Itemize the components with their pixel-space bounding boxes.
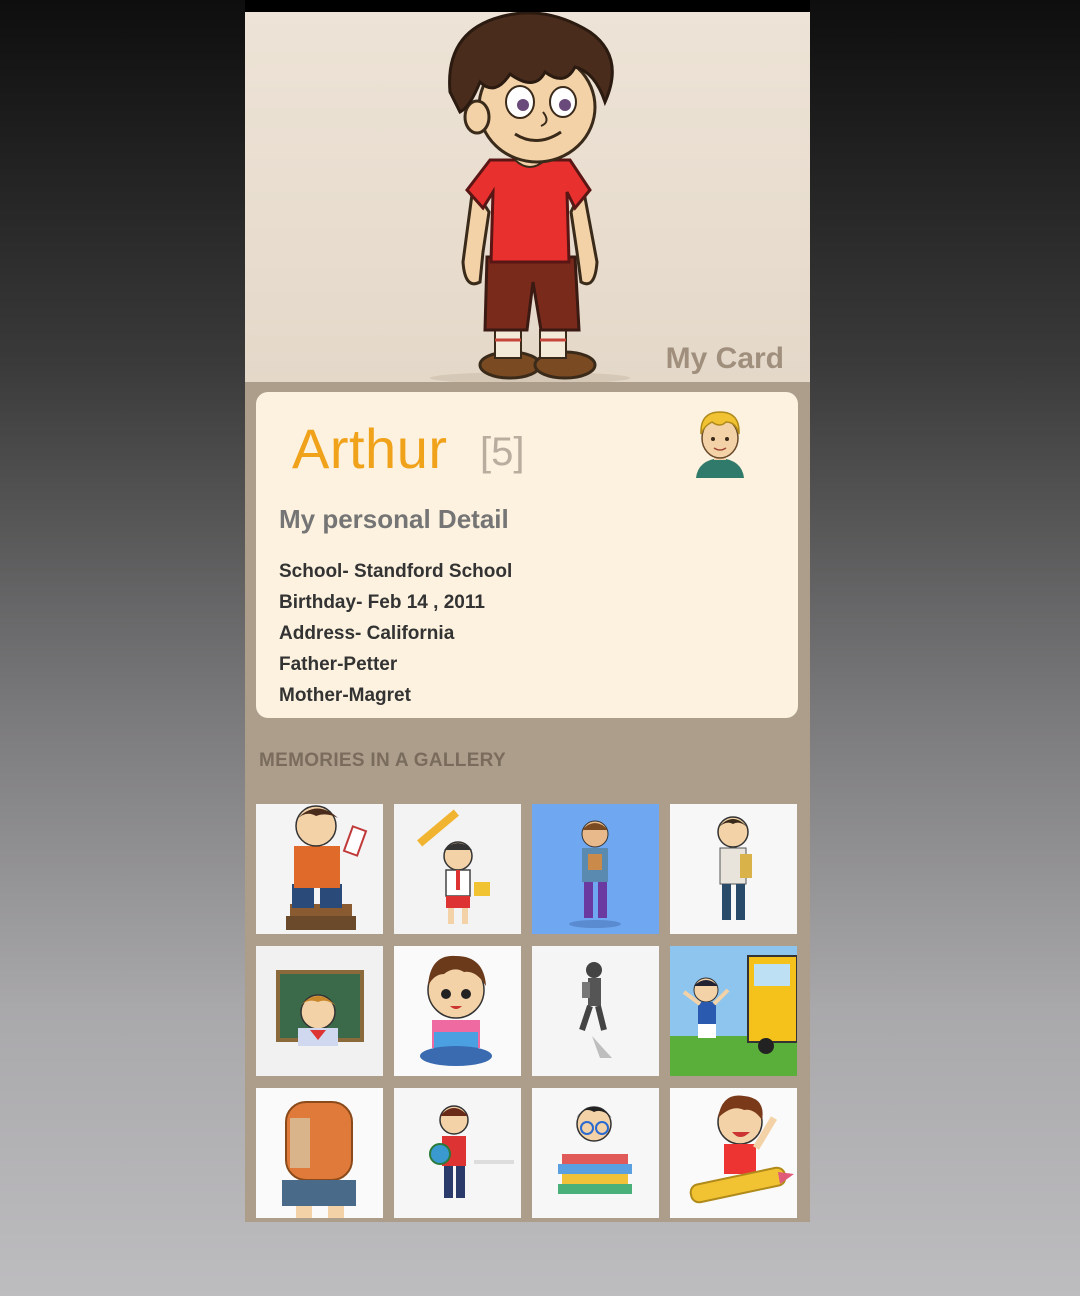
hero-title: My Card (665, 342, 784, 375)
detail-mother: Mother-Magret (279, 685, 411, 706)
gallery-image[interactable] (256, 1088, 383, 1218)
gallery-image[interactable] (256, 946, 383, 1076)
detail-address: Address- California (279, 623, 455, 644)
personal-detail-heading: My personal Detail (279, 504, 509, 534)
gallery-grid (256, 804, 798, 1218)
gallery-heading: MEMORIES IN A GALLERY (259, 750, 506, 771)
detail-birthday: Birthday- Feb 14 , 2011 (279, 592, 485, 613)
gallery-image[interactable] (256, 804, 383, 934)
gallery-image[interactable] (670, 1088, 797, 1218)
gallery-image[interactable] (394, 804, 521, 934)
hero-banner: My Card (245, 12, 810, 382)
detail-father: Father-Petter (279, 654, 398, 675)
gallery-image[interactable] (532, 946, 659, 1076)
personal-detail-list: School- Standford School Birthday- Feb 1… (279, 556, 512, 711)
gallery-image[interactable] (394, 946, 521, 1076)
app-screen: My Card Arthur [5] My personal Detail Sc… (245, 12, 810, 1222)
gallery-image[interactable] (532, 1088, 659, 1218)
profile-name: Arthur (292, 417, 448, 480)
gallery-image[interactable] (670, 946, 797, 1076)
gallery-image[interactable] (670, 804, 797, 934)
gallery-image[interactable] (532, 804, 659, 934)
avatar[interactable] (690, 408, 750, 480)
boy-character-illustration (430, 12, 630, 382)
profile-age: [5] (480, 430, 525, 474)
profile-card: Arthur [5] My personal Detail School- St… (256, 392, 798, 718)
gallery-image[interactable] (394, 1088, 521, 1218)
detail-school: School- Standford School (279, 561, 513, 582)
status-bar (245, 0, 810, 12)
